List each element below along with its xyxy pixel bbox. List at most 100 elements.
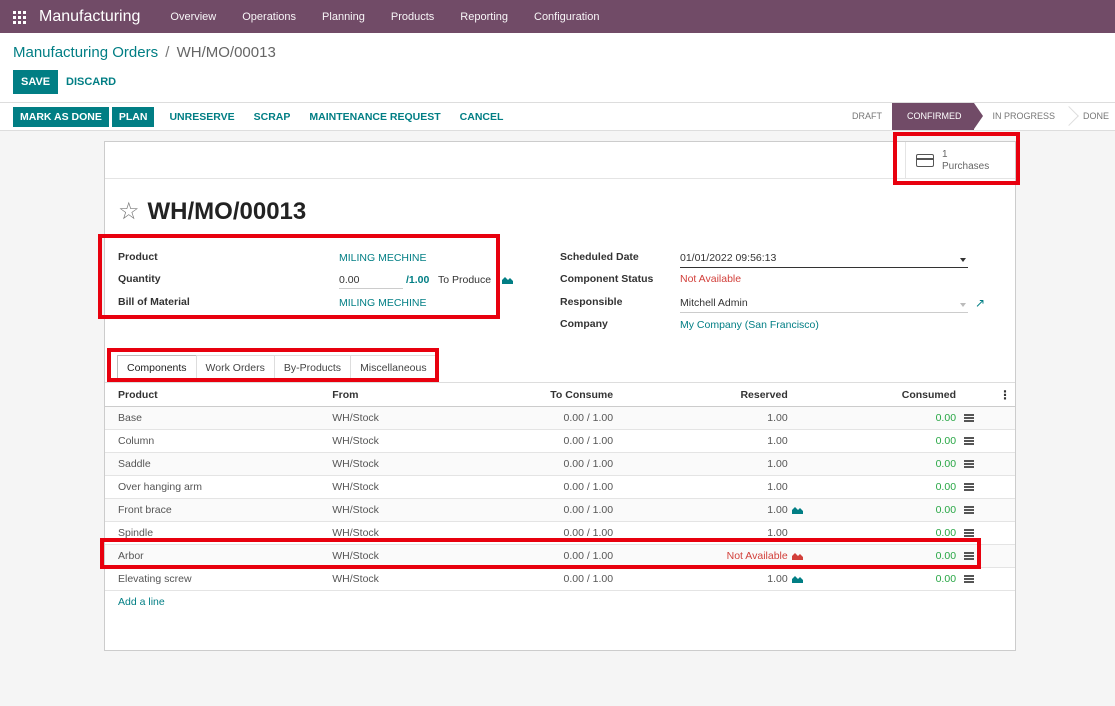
row-reserved: 1.00 [613,498,788,522]
tab-miscellaneous[interactable]: Miscellaneous [350,355,437,380]
row-empty-cell [987,475,1015,499]
scheduled-date-input[interactable]: 01/01/2022 09:56:13 [680,250,968,268]
scrap-button[interactable]: SCRAP [247,107,298,127]
component-status-label: Component Status [560,273,654,285]
row-forecast-cell [787,406,820,430]
row-product: Column [105,429,333,453]
column-header-product[interactable]: Product [105,382,333,407]
forecast-chart-icon[interactable] [791,506,803,515]
list-detail-icon[interactable] [964,483,975,492]
tab-by-products[interactable]: By-Products [273,355,352,380]
menu-reporting[interactable]: Reporting [447,11,521,23]
stage-in-progress[interactable]: IN PROGRESS [974,103,1073,130]
breadcrumb-parent[interactable]: Manufacturing Orders [13,44,158,61]
row-to-consume: 0.00 / 1.00 [471,406,614,430]
column-header-from[interactable]: From [332,382,472,407]
stage-confirmed[interactable]: CONFIRMED [891,103,983,130]
menu-operations[interactable]: Operations [229,11,309,23]
column-header-consumed[interactable]: Consumed [819,382,957,407]
row-to-consume: 0.00 / 1.00 [471,429,614,453]
row-consumed[interactable]: 0.00 [819,567,957,591]
menu-products[interactable]: Products [378,11,447,23]
table-row[interactable]: Base WH/Stock 0.00 / 1.00 1.00 0.00 [105,406,1015,430]
row-consumed[interactable]: 0.00 [819,544,957,568]
menu-planning[interactable]: Planning [309,11,378,23]
bom-field[interactable]: MILING MECHINE [339,297,427,309]
table-row[interactable]: Column WH/Stock 0.00 / 1.00 1.00 0.00 [105,429,1015,453]
external-link-icon[interactable]: ↗ [975,296,985,310]
row-consumed[interactable]: 0.00 [819,406,957,430]
table-row[interactable]: Arbor WH/Stock 0.00 / 1.00 Not Available… [105,544,1015,568]
list-detail-icon[interactable] [964,414,975,423]
stage-draft[interactable]: DRAFT [838,103,892,130]
row-to-consume: 0.00 / 1.00 [471,498,614,522]
row-empty-cell [987,452,1015,476]
list-detail-icon[interactable] [964,529,975,538]
tab-work-orders[interactable]: Work Orders [195,355,275,380]
column-header-reserved[interactable]: Reserved [613,382,788,407]
save-button[interactable]: SAVE [13,70,59,94]
list-detail-icon[interactable] [964,575,975,584]
row-consumed[interactable]: 0.00 [819,498,957,522]
forecast-chart-icon[interactable] [791,575,803,584]
breadcrumb-separator: / [165,44,170,61]
app-brand[interactable]: Manufacturing [39,8,140,26]
quantity-label: Quantity [118,273,161,285]
row-empty-cell [987,544,1015,568]
mark-as-done-button[interactable]: MARK AS DONE [13,107,109,127]
product-field[interactable]: MILING MECHINE [339,252,427,264]
row-from: WH/Stock [332,567,472,591]
discard-button[interactable]: DISCARD [60,70,122,94]
bom-label: Bill of Material [118,296,190,308]
row-consumed[interactable]: 0.00 [819,475,957,499]
table-row[interactable]: Spindle WH/Stock 0.00 / 1.00 1.00 0.00 [105,521,1015,545]
forecast-chart-icon[interactable] [791,552,803,561]
purchases-smart-button[interactable]: 1 Purchases [905,142,1015,179]
table-row[interactable]: Elevating screw WH/Stock 0.00 / 1.00 1.0… [105,567,1015,591]
cancel-button[interactable]: CANCEL [453,107,511,127]
row-reserved: 1.00 [613,521,788,545]
list-detail-icon[interactable] [964,437,975,446]
apps-grid-icon[interactable] [13,11,26,24]
unreserve-button[interactable]: UNRESERVE [162,107,241,127]
menu-overview[interactable]: Overview [157,11,229,23]
row-consumed[interactable]: 0.00 [819,452,957,476]
star-icon[interactable]: ☆ [118,200,140,224]
quantity-input[interactable]: 0.00 [339,272,403,289]
smart-button-box: 1 Purchases [105,142,1015,179]
list-detail-icon[interactable] [964,552,975,561]
table-row[interactable]: Over hanging arm WH/Stock 0.00 / 1.00 1.… [105,475,1015,499]
row-from: WH/Stock [332,544,472,568]
row-reserved: 1.00 [613,406,788,430]
row-product: Base [105,406,333,430]
responsible-input[interactable]: Mitchell Admin [680,295,968,313]
stage-done[interactable]: DONE [1073,103,1115,130]
column-header-to-consume[interactable]: To Consume [471,382,614,407]
product-label: Product [118,251,158,263]
row-to-consume: 0.00 / 1.00 [471,521,614,545]
list-detail-icon[interactable] [964,506,975,515]
row-product: Spindle [105,521,333,545]
optional-columns-button[interactable]: ⋮ [987,382,1015,407]
row-empty-cell [987,521,1015,545]
company-field[interactable]: My Company (San Francisco) [680,319,819,331]
list-detail-icon[interactable] [964,460,975,469]
plan-button[interactable]: PLAN [111,107,155,127]
add-a-line-link[interactable]: Add a line [105,590,1015,613]
row-forecast-cell [787,498,820,522]
forecast-chart-icon[interactable] [502,276,514,285]
row-product: Front brace [105,498,333,522]
menu-configuration[interactable]: Configuration [521,11,612,23]
tab-components[interactable]: Components [117,355,197,380]
row-reserved: Not Available [613,544,788,568]
row-product: Arbor [105,544,333,568]
table-row[interactable]: Saddle WH/Stock 0.00 / 1.00 1.00 0.00 [105,452,1015,476]
row-detail-cell [956,429,988,453]
row-consumed[interactable]: 0.00 [819,429,957,453]
component-status-value: Not Available [680,273,742,285]
maintenance-request-button[interactable]: MAINTENANCE REQUEST [302,107,447,127]
table-row[interactable]: Front brace WH/Stock 0.00 / 1.00 1.00 0.… [105,498,1015,522]
row-consumed[interactable]: 0.00 [819,521,957,545]
row-from: WH/Stock [332,452,472,476]
company-label: Company [560,318,608,330]
